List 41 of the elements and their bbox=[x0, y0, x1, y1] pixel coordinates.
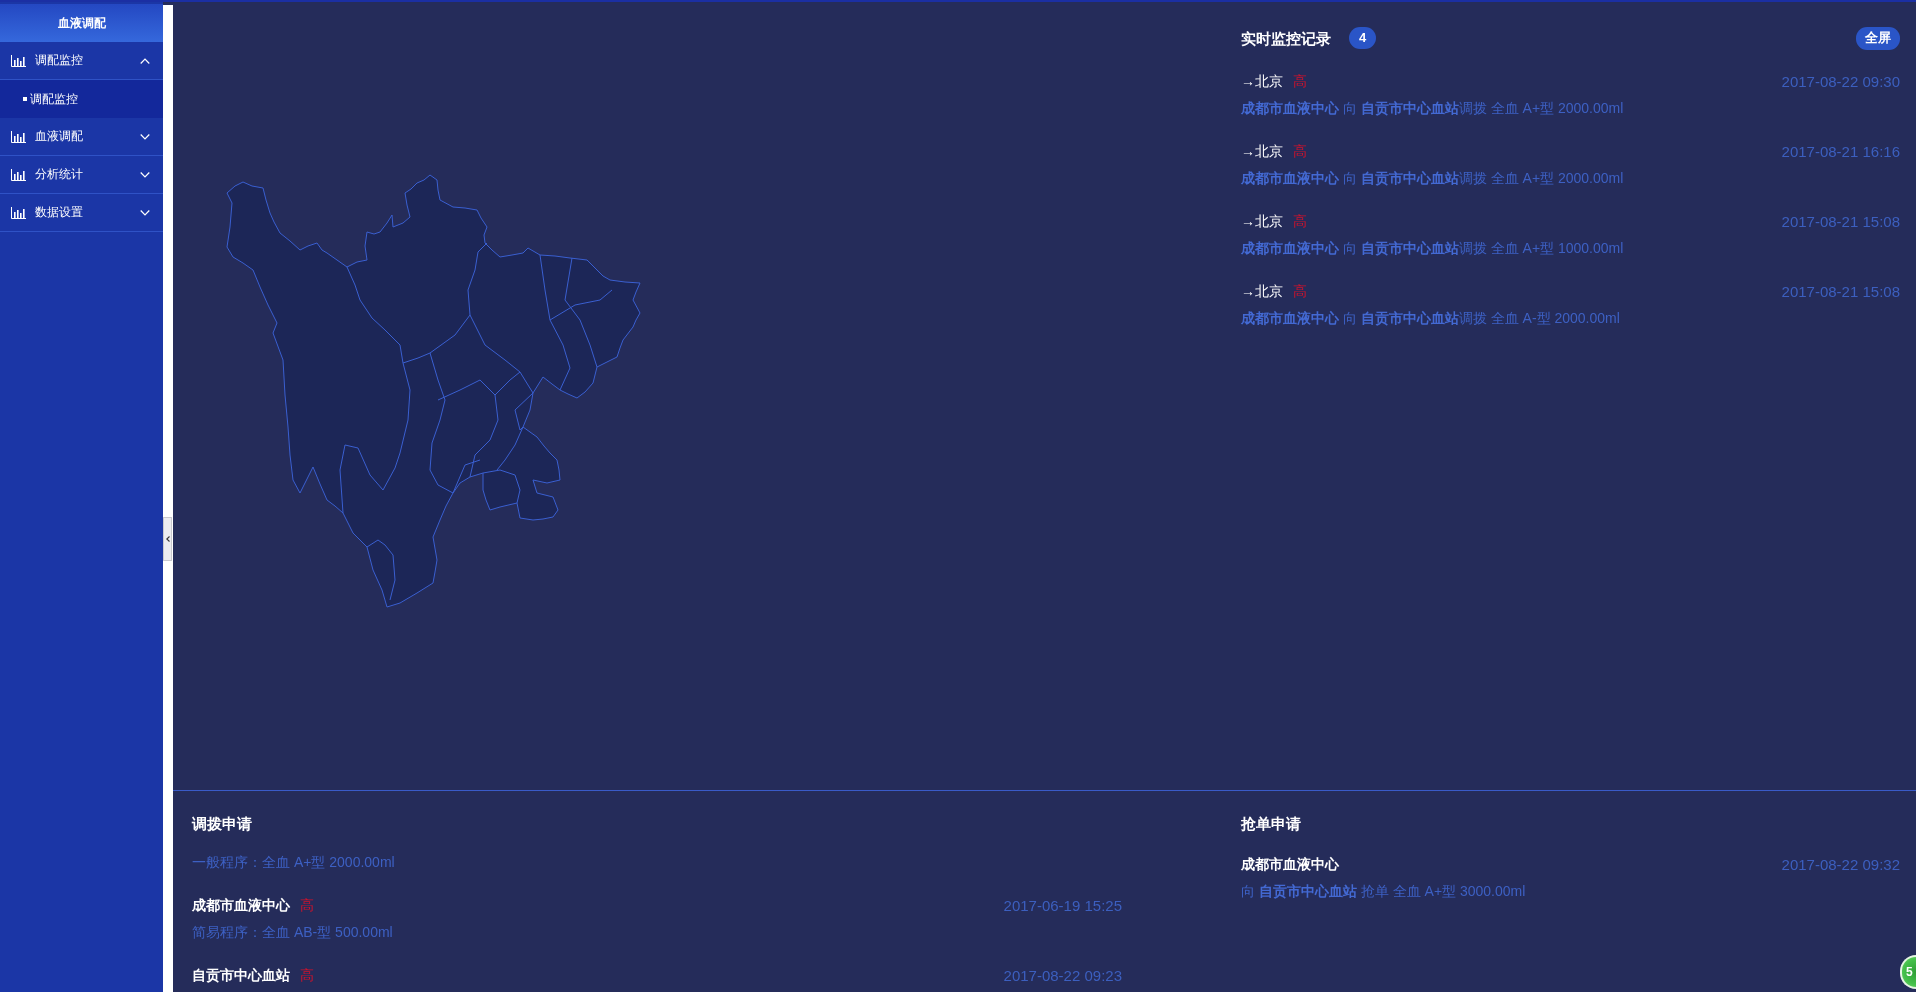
collapse-sidebar-button[interactable] bbox=[163, 517, 172, 561]
station-name: 成都市血液中心 bbox=[1241, 855, 1339, 874]
request-time: 2017-08-22 09:32 bbox=[1781, 856, 1900, 873]
route-label: →北京 bbox=[1241, 142, 1283, 161]
bar-chart-icon bbox=[11, 168, 26, 181]
sidebar-submenu-item[interactable]: 调配监控 bbox=[0, 80, 163, 118]
record-detail: 成都市血液中心 向 自贡市中心血站调拨 全血 A+型 2000.00ml bbox=[1241, 169, 1625, 188]
priority-label: 高 bbox=[300, 896, 314, 915]
route-label: →北京 bbox=[1241, 72, 1283, 91]
route-label: →北京 bbox=[1241, 282, 1283, 301]
record-detail: 成都市血液中心 向 自贡市中心血站调拨 全血 A+型 2000.00ml bbox=[1241, 99, 1625, 118]
record-time: 2017-08-21 15:08 bbox=[1781, 213, 1900, 230]
panel-title: 抢单申请 bbox=[1241, 814, 1302, 834]
priority-label: 高 bbox=[300, 966, 314, 985]
panel-title: 调拨申请 bbox=[192, 814, 253, 834]
station-name: 成都市血液中心 bbox=[192, 896, 290, 915]
route-label: →北京 bbox=[1241, 212, 1283, 231]
bar-chart-icon bbox=[11, 54, 26, 67]
priority-label: 高 bbox=[1293, 212, 1307, 231]
bar-chart-icon bbox=[11, 206, 26, 219]
bar-chart-icon bbox=[11, 130, 26, 143]
priority-label: 高 bbox=[1293, 282, 1307, 301]
request-detail: 一般程序：全血 A+型 2000.00ml bbox=[192, 853, 396, 872]
request-time: 2017-06-19 15:25 bbox=[1003, 897, 1122, 914]
chevron-left-icon bbox=[165, 536, 170, 542]
record-detail: 成都市血液中心 向 自贡市中心血站调拨 全血 A+型 1000.00ml bbox=[1241, 239, 1625, 258]
fullscreen-button[interactable]: 全屏 bbox=[1856, 26, 1900, 50]
sidebar-title: 血液调配 bbox=[0, 4, 163, 42]
priority-label: 高 bbox=[1293, 72, 1307, 91]
record-time: 2017-08-21 15:08 bbox=[1781, 283, 1900, 300]
priority-label: 高 bbox=[1293, 142, 1307, 161]
record-time: 2017-08-22 09:30 bbox=[1781, 73, 1900, 90]
record-detail: 成都市血液中心 向 自贡市中心血站调拨 全血 A-型 2000.00ml bbox=[1241, 309, 1621, 328]
count-badge: 4 bbox=[1349, 27, 1377, 49]
request-detail: 简易程序：全血 AB-型 500.00ml bbox=[192, 923, 394, 942]
panel-title: 实时监控记录 bbox=[1241, 28, 1331, 49]
record-time: 2017-08-21 16:16 bbox=[1781, 143, 1900, 160]
bullet-icon bbox=[23, 97, 27, 101]
request-detail: 向 自贡市中心血站 抢单 全血 A+型 3000.00ml bbox=[1241, 882, 1527, 901]
request-time: 2017-08-22 09:23 bbox=[1003, 967, 1122, 984]
station-name: 自贡市中心血站 bbox=[192, 966, 290, 985]
